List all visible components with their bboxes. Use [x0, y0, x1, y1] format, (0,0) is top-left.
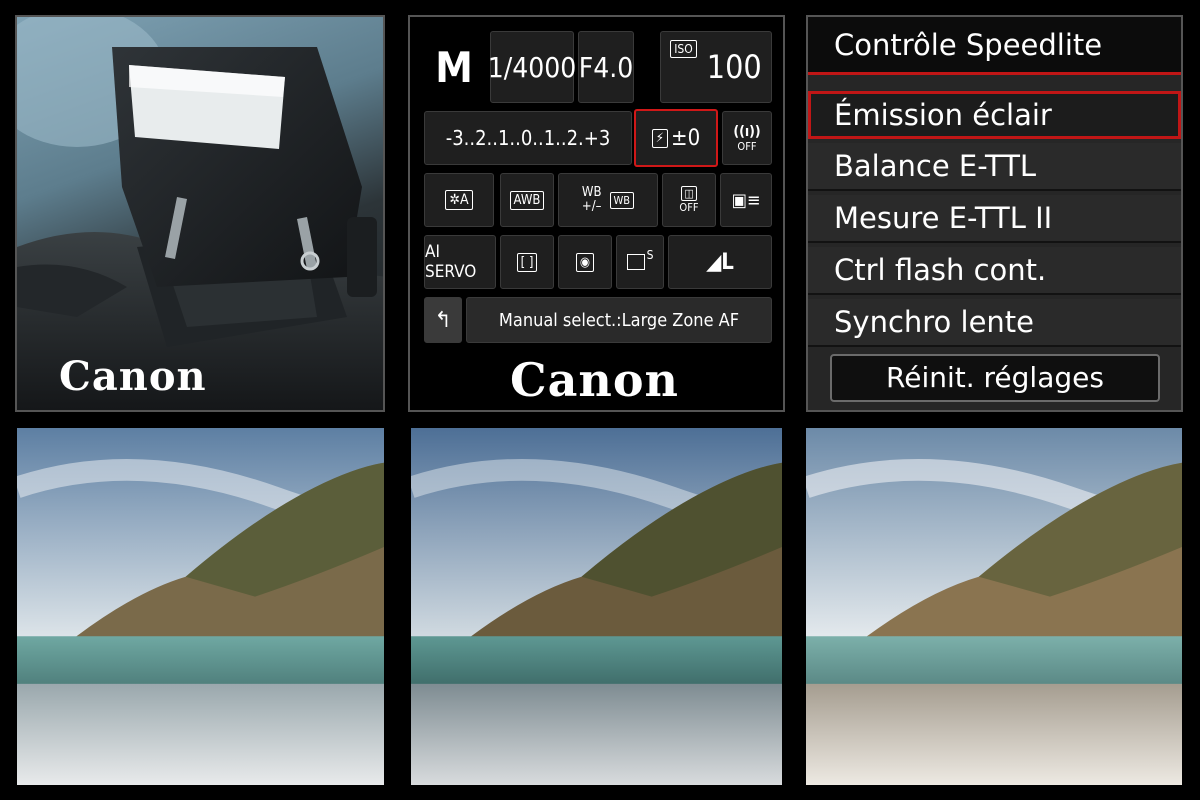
- camera-flash-photo: Canon: [15, 15, 385, 412]
- wireless-label: OFF: [737, 139, 757, 153]
- aperture-value[interactable]: F4.0: [578, 31, 634, 103]
- flash-exposure-compensation[interactable]: ⚡ ±0: [634, 109, 718, 167]
- custom-controls[interactable]: ▣≡: [720, 173, 772, 227]
- alo-icon: ◫: [681, 186, 697, 201]
- landscape-photo-3: [806, 428, 1182, 785]
- quality-large-fine-icon: ◢: [706, 249, 722, 275]
- menu-item-slow-sync[interactable]: Synchro lente: [808, 299, 1181, 347]
- wb-shift-bracket[interactable]: WB +/– WB: [558, 173, 658, 227]
- auto-lighting-optimizer[interactable]: ◫ OFF: [662, 173, 716, 227]
- af-area-icon: [ ]: [516, 252, 538, 272]
- canon-logo: Canon: [510, 353, 679, 407]
- iso-value: 100: [706, 48, 762, 86]
- white-balance[interactable]: AWB: [500, 173, 554, 227]
- drive-mode[interactable]: S: [616, 235, 664, 289]
- flash-comp-value: ±0: [671, 125, 701, 151]
- landscape-image-3: [806, 428, 1182, 785]
- af-operation[interactable]: AI SERVO: [424, 235, 496, 289]
- menu-item-e-ttl-balance[interactable]: Balance E-TTL: [808, 143, 1181, 191]
- image-quality[interactable]: ◢ L: [668, 235, 772, 289]
- menu-title: Contrôle Speedlite: [808, 17, 1181, 73]
- wb-shift-icon: WB +/–: [581, 185, 602, 214]
- menu-item-continuous-flash[interactable]: Ctrl flash cont.: [808, 247, 1181, 295]
- wireless-icon: ((ı)): [733, 123, 761, 140]
- wireless-setting[interactable]: ((ı)) OFF: [722, 111, 772, 165]
- reset-settings-button[interactable]: Réinit. réglages: [830, 354, 1160, 402]
- drive-single-icon: [626, 254, 645, 270]
- back-button[interactable]: ↰: [424, 297, 462, 343]
- landscape-photo-1: [17, 428, 384, 785]
- metering-icon: ◉: [575, 252, 595, 272]
- iso-setting[interactable]: ISO 100: [660, 31, 772, 103]
- canon-logo: Canon: [59, 353, 207, 400]
- menu-item-flash-firing[interactable]: Émission éclair: [808, 91, 1181, 139]
- menu-item-e-ttl-metering[interactable]: Mesure E-TTL II: [808, 195, 1181, 243]
- flash-comp-icon: ⚡: [651, 128, 669, 148]
- wb-bracket-icon: WB: [609, 191, 635, 209]
- metering-mode[interactable]: ◉: [558, 235, 612, 289]
- landscape-photo-2: [411, 428, 782, 785]
- picture-style[interactable]: ✲A: [424, 173, 494, 227]
- shooting-mode[interactable]: M: [420, 31, 488, 103]
- quick-control-screen: M 1/4000 F4.0 ISO 100 -3..2..1..0..1..2.…: [408, 15, 785, 412]
- af-area-info: Manual select.:Large Zone AF: [466, 297, 772, 343]
- title-divider: [808, 72, 1181, 75]
- iso-icon: ISO: [670, 40, 697, 58]
- landscape-image-2: [411, 428, 782, 785]
- camera-menu-icon: ▣≡: [731, 189, 761, 211]
- speedlite-menu: Contrôle Speedlite Émission éclair Balan…: [806, 15, 1183, 412]
- return-arrow-icon: ↰: [434, 307, 452, 333]
- awb-icon: AWB: [509, 190, 545, 210]
- alo-label: OFF: [679, 201, 699, 214]
- picture-style-icon: ✲A: [445, 190, 473, 210]
- exposure-level-scale[interactable]: -3..2..1..0..1..2.+3: [424, 111, 632, 165]
- af-area-mode[interactable]: [ ]: [500, 235, 554, 289]
- shutter-speed[interactable]: 1/4000: [488, 31, 576, 103]
- landscape-image-1: [17, 428, 384, 785]
